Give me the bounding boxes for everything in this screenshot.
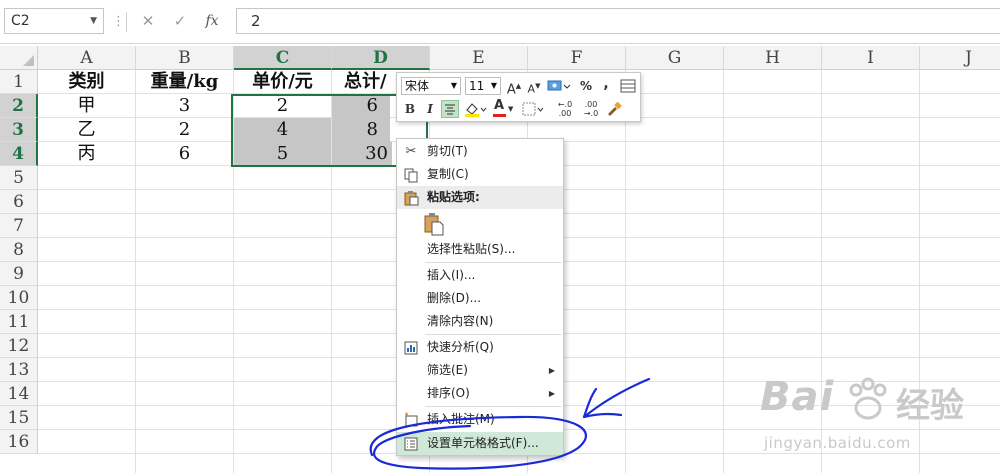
watermark-url: jingyan.baidu.com bbox=[764, 434, 911, 452]
annotation-arrow bbox=[582, 377, 651, 419]
watermark: Bai 经验 jingyan.baidu.com bbox=[760, 374, 1000, 464]
watermark-cn: 经验 bbox=[896, 386, 964, 426]
annotation-ellipse bbox=[369, 415, 587, 470]
paw-icon bbox=[849, 377, 887, 420]
watermark-brand: Bai bbox=[760, 374, 835, 420]
